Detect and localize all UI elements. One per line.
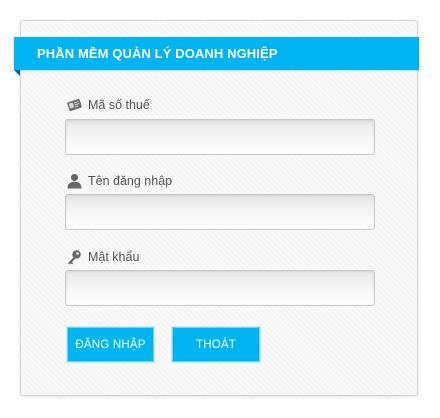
id-card-icon <box>66 97 83 113</box>
user-icon <box>66 173 83 189</box>
username-input[interactable] <box>65 194 375 230</box>
username-label-row: Tên đăng nhập <box>66 171 172 191</box>
login-button[interactable]: ĐĂNG NHẬP <box>67 327 154 362</box>
tax-code-label-row: Mã số thuế <box>66 95 150 115</box>
password-label-row: Mật khẩu <box>66 247 139 267</box>
app-title: PHẦN MỀM QUẢN LÝ DOANH NGHIỆP <box>37 46 278 61</box>
password-input[interactable] <box>65 270 375 306</box>
password-label: Mật khẩu <box>88 250 140 264</box>
tax-code-input[interactable] <box>65 119 375 155</box>
username-label: Tên đăng nhập <box>88 174 173 188</box>
tax-code-label: Mã số thuế <box>88 98 150 112</box>
exit-button[interactable]: THOÁT <box>172 327 260 362</box>
header-ribbon-fold <box>14 70 20 76</box>
key-icon <box>66 249 83 265</box>
